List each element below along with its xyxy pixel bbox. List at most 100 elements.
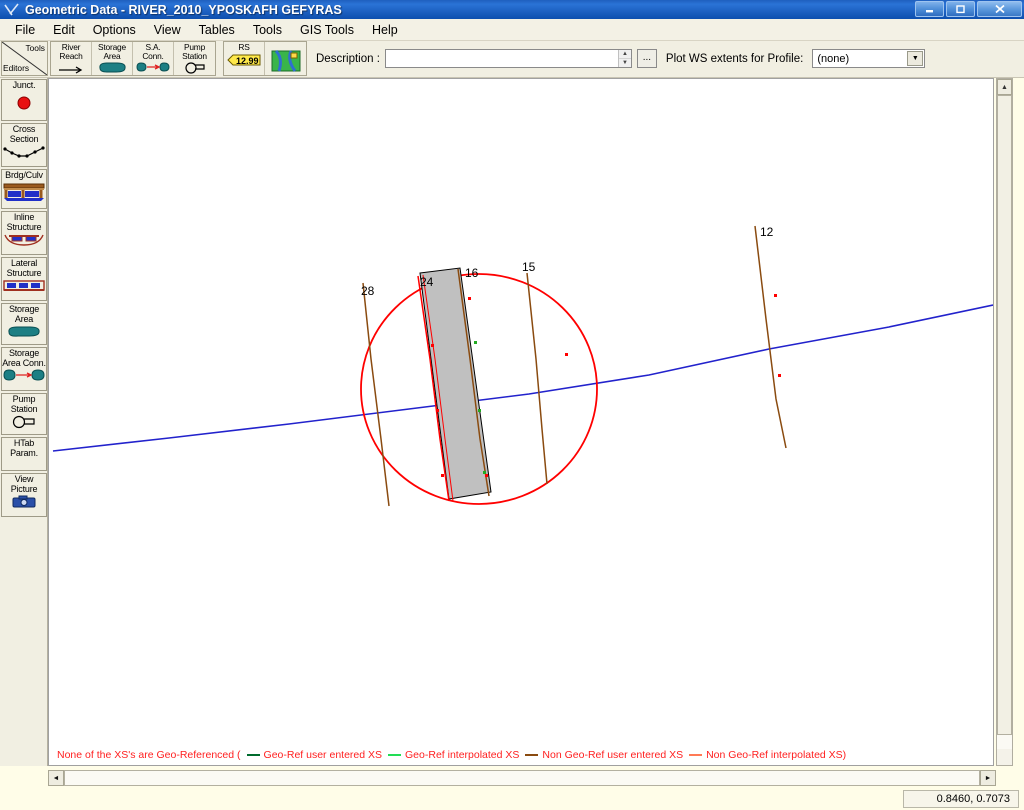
sidebar-item-storage-area-conn-label-2: Area Conn. (2, 357, 46, 368)
window-titlebar: Geometric Data - RIVER_2010_YPOSKAFH GEF… (0, 0, 1024, 19)
sa-conn-button[interactable]: S.A. Conn. (133, 42, 174, 75)
close-button[interactable] (977, 1, 1022, 17)
menu-help[interactable]: Help (363, 21, 407, 39)
storage-area-label-2: Area (103, 50, 121, 61)
horizontal-scroll-track[interactable] (64, 770, 980, 786)
plot-horizontal-scrollbar[interactable]: ◄ ► (48, 768, 996, 788)
description-spin-down[interactable]: ▼ (619, 59, 631, 67)
cross-section-line-15[interactable] (526, 272, 548, 485)
description-label: Description : (316, 52, 380, 65)
legend-entry-non-geo-ref-interp: Non Geo-Ref interpolated XS (683, 749, 843, 761)
description-more-button[interactable]: ... (636, 49, 657, 68)
menu-view[interactable]: View (145, 21, 190, 39)
rs-tag-icon: 12.99 (226, 53, 262, 72)
sidebar-item-inline-structure-label-2: Structure (6, 221, 42, 232)
scroll-right-button[interactable]: ► (980, 770, 996, 786)
gis-map-icon (271, 49, 301, 77)
description-input-wrap: ▲ ▼ (384, 49, 632, 68)
xs-label-24: 24 (420, 275, 434, 289)
menu-tables[interactable]: Tables (190, 21, 244, 39)
tools-label: Tools (25, 43, 45, 53)
sidebar-item-junction-label: Junct. (12, 80, 36, 90)
description-input[interactable] (385, 50, 618, 67)
svg-text:12.99: 12.99 (236, 56, 259, 66)
cross-section-line-28[interactable] (362, 282, 390, 507)
sidebar-item-junction[interactable]: Junct. (1, 79, 47, 121)
sidebar-item-view-picture[interactable]: View Picture (1, 473, 47, 518)
statusbar: 0.8460, 0.7073 (0, 788, 1024, 810)
description-spin-up[interactable]: ▲ (618, 50, 631, 59)
sidebar-item-storage-area-conn[interactable]: Storage Area Conn. (1, 347, 47, 391)
main-toolbar: Tools Editors River Reach Storage Area S… (0, 41, 1024, 78)
junction-dot-icon (14, 92, 34, 117)
sidebar-item-htab-param-label-2: Param. (10, 447, 38, 458)
sidebar-item-cross-section-label-2: Section (9, 133, 39, 144)
plot-vertical-scrollbar[interactable]: ▲ (996, 78, 1013, 766)
legend-swatch-non-geo-ref-user (525, 754, 539, 756)
window-title: Geometric Data - RIVER_2010_YPOSKAFH GEF… (25, 2, 342, 17)
editors-tools-label-cell: Tools Editors (1, 41, 48, 76)
sidebar-item-storage-area[interactable]: Storage Area (1, 303, 47, 345)
description-area: Description : ▲ ▼ ... Plot WS extents fo… (316, 41, 926, 76)
coordinate-readout: 0.8460, 0.7073 (903, 790, 1019, 808)
scroll-left-button[interactable]: ◄ (48, 770, 64, 786)
xs-label-12: 12 (760, 225, 774, 239)
sidebar-item-view-picture-label-2: Picture (10, 483, 38, 494)
chevron-down-icon[interactable]: ▼ (907, 51, 924, 66)
cross-section-icon (3, 145, 45, 164)
river-station-label: RS (238, 42, 250, 52)
vertical-scroll-thumb[interactable] (997, 95, 1012, 735)
scroll-up-button[interactable]: ▲ (997, 79, 1012, 95)
river-reach-line (52, 304, 993, 452)
geo-reference-legend: None of the XS's are Geo-Referenced ( Ge… (49, 745, 993, 765)
pump-icon (180, 61, 210, 79)
legend-suffix: ) (842, 749, 847, 761)
river-reach-label-2: Reach (59, 50, 83, 61)
sidebar-item-bridge-culvert-label: Brdg/Culv (5, 170, 43, 180)
storage-blob-icon (96, 61, 128, 79)
sa-connection-icon (136, 61, 170, 79)
camera-icon (12, 495, 36, 513)
description-spinner[interactable]: ▲ ▼ (617, 50, 631, 67)
geometry-plot-canvas[interactable]: 28 24 16 15 12 (49, 79, 993, 765)
sidebar-item-bridge-culvert[interactable]: Brdg/Culv (1, 169, 47, 209)
sidebar-item-htab-param[interactable]: HTab Param. (1, 437, 47, 472)
menu-tools[interactable]: Tools (244, 21, 291, 39)
legend-swatch-geo-ref-interp (388, 754, 402, 756)
vertical-scroll-track[interactable] (997, 95, 1012, 749)
profile-select[interactable]: (none) ▼ (812, 49, 926, 68)
sidebar-item-inline-structure[interactable]: Inline Structure (1, 211, 47, 255)
cross-section-line-12[interactable] (754, 225, 787, 449)
river-reach-button[interactable]: River Reach (51, 42, 92, 75)
menu-edit[interactable]: Edit (44, 21, 84, 39)
xs-label-16: 16 (465, 266, 479, 280)
xs-label-28: 28 (361, 284, 375, 298)
legend-label-geo-ref-interp: Geo-Ref interpolated XS (405, 749, 520, 761)
pump-icon (8, 415, 40, 434)
inline-structure-icon (3, 233, 45, 252)
sidebar-item-cross-section[interactable]: Cross Section (1, 123, 47, 167)
river-station-button[interactable]: RS 12.99 (224, 42, 265, 75)
sidebar-item-lateral-structure[interactable]: Lateral Structure (1, 257, 47, 301)
legend-prefix: None of the XS's are Geo-Referenced ( (57, 749, 241, 761)
storage-area-button[interactable]: Storage Area (92, 42, 133, 75)
legend-entry-geo-ref-interp: Geo-Ref interpolated XS (382, 749, 519, 761)
bridge-culvert-polygon[interactable] (419, 267, 492, 500)
legend-label-geo-ref-user: Geo-Ref user entered XS (263, 749, 383, 761)
geometry-plot-panel[interactable]: 28 24 16 15 12 None of the XS's are Geo-… (48, 78, 994, 766)
minimize-button[interactable] (915, 1, 944, 17)
menu-gis-tools[interactable]: GIS Tools (291, 21, 363, 39)
storage-blob-icon (6, 325, 42, 343)
menu-options[interactable]: Options (84, 21, 145, 39)
tools-button-group: RS 12.99 (223, 41, 307, 76)
plot-ws-extents-label: Plot WS extents for Profile: (665, 52, 804, 65)
sidebar-item-pump-station[interactable]: Pump Station (1, 393, 47, 436)
pump-station-button[interactable]: Pump Station (174, 42, 215, 75)
pump-station-label-2: Station (182, 50, 207, 61)
legend-swatch-geo-ref-user (246, 754, 260, 756)
maximize-button[interactable] (946, 1, 975, 17)
legend-entry-geo-ref-user: Geo-Ref user entered XS (241, 749, 382, 761)
menu-file[interactable]: File (6, 21, 44, 39)
editors-label: Editors (3, 63, 30, 73)
gis-map-button[interactable] (265, 42, 306, 75)
